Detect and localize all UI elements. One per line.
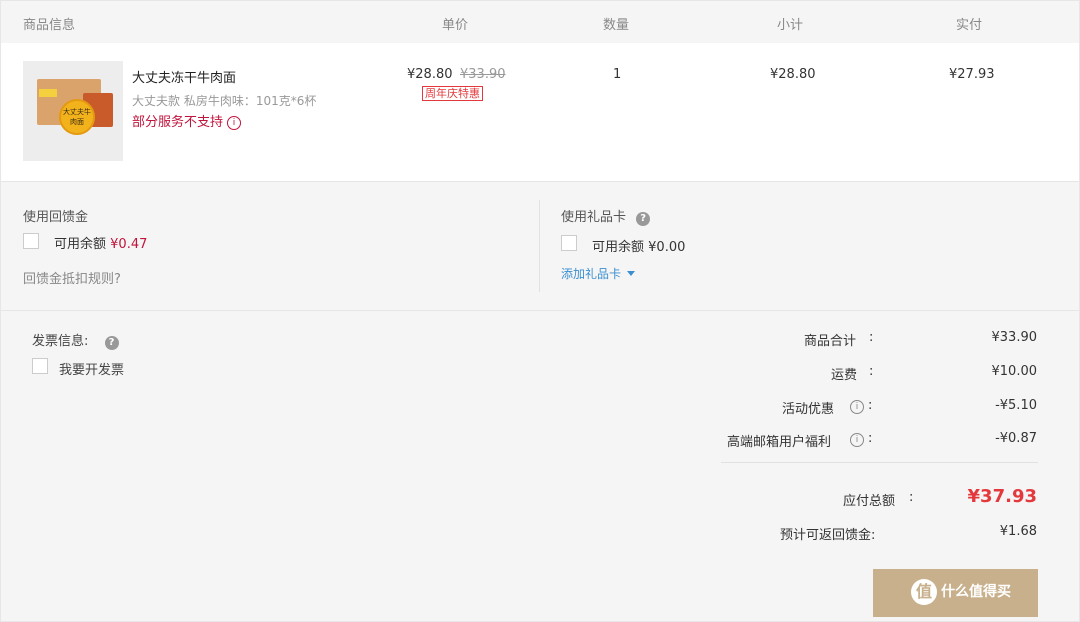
info-icon[interactable]: i — [850, 400, 864, 414]
product-thumbnail[interactable]: 大丈夫牛肉面 — [23, 61, 123, 161]
add-giftcard-label: 添加礼品卡 — [561, 267, 622, 281]
promo-badge: 周年庆特惠 — [422, 86, 483, 101]
cashback-balance-value: ¥0.47 — [110, 237, 148, 252]
member-benefit-label: 高端邮箱用户福利 — [727, 435, 832, 450]
cashback-estimate-value: ¥1.68 — [999, 524, 1037, 539]
goods-total-colon: : — [869, 330, 874, 345]
promo-discount-info[interactable]: i: — [850, 398, 872, 414]
goods-total-value: ¥33.90 — [991, 330, 1038, 345]
product-row: 大丈夫牛肉面 大丈夫冻干牛肉面 大丈夫款 私房牛肉味：101克*6杯 部分服务不… — [1, 43, 1079, 182]
product-box-tag — [39, 89, 57, 97]
original-price: ¥33.90 — [460, 67, 506, 82]
help-icon[interactable]: ? — [636, 212, 651, 226]
cashback-balance-label: 可用余额 — [54, 237, 107, 252]
giftcard-balance-value: ¥0.00 — [648, 240, 686, 255]
promo-discount-colon: : — [868, 398, 873, 413]
shipping-label: 运费 — [831, 368, 858, 383]
member-benefit-colon: : — [868, 431, 873, 446]
giftcard-title-text: 使用礼品卡 — [561, 210, 627, 225]
shipping-colon: : — [869, 364, 874, 379]
invoice-title: 发票信息: ? — [32, 330, 119, 350]
help-icon[interactable]: ? — [104, 336, 119, 350]
giftcard-title: 使用礼品卡 ? — [561, 206, 651, 226]
giftcard-balance-label: 可用余额 — [592, 240, 645, 255]
col-quantity-header: 数量 — [603, 18, 630, 33]
summary-divider — [721, 462, 1038, 463]
payment-options: 使用回馈金 可用余额 ¥0.47 回馈金抵扣规则? 使用礼品卡 ? 可用余额 ¥… — [1, 182, 1079, 311]
info-icon[interactable]: i — [227, 116, 242, 130]
promo-discount-label: 活动优惠 — [782, 402, 835, 417]
invoice-checkbox[interactable] — [32, 358, 48, 374]
invoice-checkbox-label: 我要开发票 — [59, 363, 125, 378]
subtotal-value: ¥28.80 — [770, 67, 816, 82]
member-benefit-value: -¥0.87 — [995, 431, 1037, 446]
watermark-text: 什么值得买 — [941, 584, 1011, 600]
watermark-logo: 值 — [911, 579, 937, 605]
total-colon: : — [909, 490, 914, 505]
table-header: 商品信息 单价 数量 小计 实付 — [1, 1, 1079, 44]
col-actual-header: 实付 — [956, 18, 983, 33]
total-label: 应付总额 — [843, 494, 896, 509]
goods-total-label: 商品合计 — [804, 334, 857, 349]
cashback-estimate-label: 预计可返回馈金: — [780, 528, 876, 543]
add-giftcard-link[interactable]: 添加礼品卡 — [561, 265, 636, 282]
info-icon[interactable]: i — [850, 433, 864, 447]
shipping-value: ¥10.00 — [991, 364, 1038, 379]
cashback-rules-link[interactable]: 回馈金抵扣规则? — [23, 268, 121, 287]
options-divider — [539, 200, 540, 292]
col-unit-price-header: 单价 — [442, 18, 469, 33]
member-benefit-info[interactable]: i: — [850, 431, 872, 447]
order-confirm-panel: 商品信息 单价 数量 小计 实付 大丈夫牛肉面 大丈夫冻干牛肉面 大丈夫款 私房… — [0, 0, 1080, 622]
cashback-title: 使用回馈金 — [23, 210, 89, 225]
product-bowl-image: 大丈夫牛肉面 — [59, 99, 95, 135]
product-title[interactable]: 大丈夫冻干牛肉面 — [132, 67, 236, 86]
promo-discount-value: -¥5.10 — [995, 398, 1037, 413]
product-spec: 大丈夫款 私房牛肉味：101克*6杯 — [132, 94, 317, 108]
watermark: 值什么值得买 — [911, 579, 1011, 605]
service-warning-text: 部分服务不支持 — [132, 115, 224, 130]
cashback-balance: 可用余额 ¥0.47 — [54, 233, 147, 252]
cashback-checkbox[interactable] — [23, 233, 39, 249]
total-amount: ¥37.93 — [967, 486, 1037, 507]
actual-paid-value: ¥27.93 — [949, 67, 995, 82]
unit-price: ¥28.80 — [407, 67, 453, 82]
giftcard-balance: 可用余额 ¥0.00 — [592, 236, 685, 255]
invoice-title-text: 发票信息: — [32, 334, 89, 349]
col-subtotal-header: 小计 — [777, 18, 804, 33]
chevron-down-icon — [627, 271, 636, 276]
col-product-header: 商品信息 — [23, 18, 76, 33]
giftcard-checkbox[interactable] — [561, 235, 577, 251]
quantity-value: 1 — [613, 67, 622, 82]
service-warning[interactable]: 部分服务不支持 i — [132, 111, 242, 130]
